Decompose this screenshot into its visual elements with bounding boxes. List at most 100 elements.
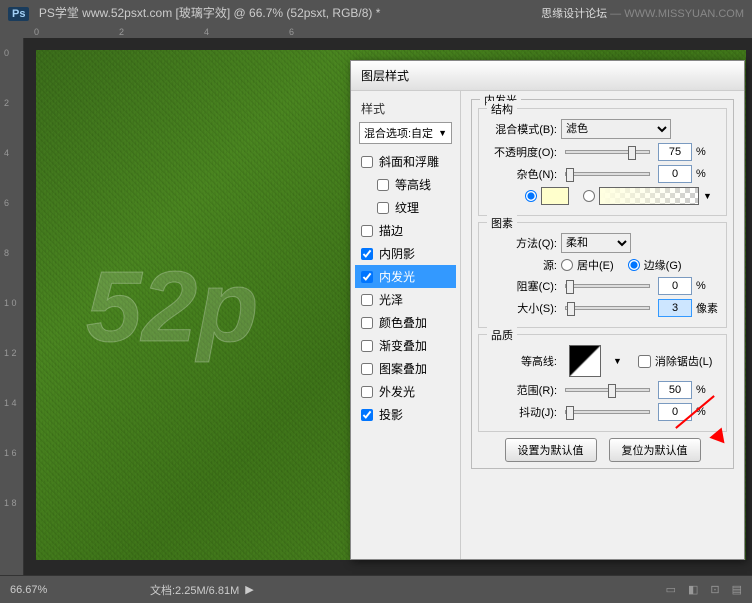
blend-options-combo[interactable]: 混合选项:自定▼ xyxy=(359,122,452,144)
style-checkbox[interactable] xyxy=(361,386,373,398)
noise-input[interactable] xyxy=(658,165,692,183)
antialias-checkbox[interactable] xyxy=(638,355,651,368)
opacity-input[interactable] xyxy=(658,143,692,161)
style-checkbox[interactable] xyxy=(361,409,373,421)
ruler-vertical: 0 2 4 6 8 1 0 1 2 1 4 1 6 1 8 xyxy=(0,38,24,575)
contour-label: 等高线: xyxy=(485,353,557,369)
ps-icon: Ps xyxy=(8,7,29,21)
source-label: 源: xyxy=(485,257,557,273)
layer-style-dialog: 图层样式 样式 混合选项:自定▼ 斜面和浮雕等高线纹理描边内阴影内发光光泽颜色叠… xyxy=(350,60,745,560)
noise-label: 杂色(N): xyxy=(485,166,557,182)
source-center-label: 居中(E) xyxy=(577,257,614,273)
watermark: 思缘设计论坛 — WWW.MISSYUAN.COM xyxy=(541,5,744,21)
style-label: 内阴影 xyxy=(379,245,415,262)
style-checkbox[interactable] xyxy=(361,317,373,329)
blend-mode-label: 混合模式(B): xyxy=(485,121,557,137)
opacity-slider[interactable] xyxy=(565,150,650,154)
zoom-level[interactable]: 66.67% xyxy=(10,584,90,596)
gradient-dropdown-icon[interactable]: ▼ xyxy=(703,191,712,201)
style-item-2[interactable]: 纹理 xyxy=(355,196,456,219)
blend-mode-select[interactable]: 滤色 xyxy=(561,119,671,139)
style-checkbox[interactable] xyxy=(377,179,389,191)
size-input[interactable] xyxy=(658,299,692,317)
quality-legend: 品质 xyxy=(487,327,517,343)
style-checkbox[interactable] xyxy=(361,294,373,306)
style-item-1[interactable]: 等高线 xyxy=(355,173,456,196)
statusbar-icon[interactable]: ▤ xyxy=(732,583,742,596)
choke-label: 阻塞(C): xyxy=(485,278,557,294)
style-label: 等高线 xyxy=(395,176,431,193)
gradient-radio[interactable] xyxy=(583,190,595,202)
style-item-7[interactable]: 颜色叠加 xyxy=(355,311,456,334)
size-label: 大小(S): xyxy=(485,300,557,316)
glass-text-layer: 52p xyxy=(86,250,258,365)
style-checkbox[interactable] xyxy=(361,225,373,237)
range-unit: % xyxy=(696,384,720,396)
source-edge-radio[interactable] xyxy=(628,259,640,271)
noise-slider[interactable] xyxy=(565,172,650,176)
source-edge-label: 边缘(G) xyxy=(644,257,682,273)
style-label: 投影 xyxy=(379,406,403,423)
status-bar: 66.67% 文档:2.25M/6.81M ▶ ▭ ◧ ⊡ ▤ xyxy=(0,575,752,603)
statusbar-icon[interactable]: ◧ xyxy=(688,583,698,596)
style-item-0[interactable]: 斜面和浮雕 xyxy=(355,150,456,173)
opacity-unit: % xyxy=(696,146,720,158)
style-checkbox[interactable] xyxy=(377,202,389,214)
range-input[interactable] xyxy=(658,381,692,399)
statusbar-icon[interactable]: ▭ xyxy=(666,583,676,596)
style-label: 光泽 xyxy=(379,291,403,308)
doc-info: 文档:2.25M/6.81M xyxy=(150,582,239,598)
title-bar: Ps PS学堂 www.52psxt.com [玻璃字效] @ 66.7% (5… xyxy=(0,0,752,25)
antialias-label: 消除锯齿(L) xyxy=(655,353,712,369)
style-label: 渐变叠加 xyxy=(379,337,427,354)
style-item-3[interactable]: 描边 xyxy=(355,219,456,242)
styles-header: 样式 xyxy=(355,97,456,120)
size-slider[interactable] xyxy=(565,306,650,310)
style-checkbox[interactable] xyxy=(361,271,373,283)
noise-unit: % xyxy=(696,168,720,180)
doc-info-caret-icon[interactable]: ▶ xyxy=(245,583,253,596)
range-label: 范围(R): xyxy=(485,382,557,398)
style-checkbox[interactable] xyxy=(361,340,373,352)
color-swatch[interactable] xyxy=(541,187,569,205)
style-label: 外发光 xyxy=(379,383,415,400)
source-center-radio[interactable] xyxy=(561,259,573,271)
style-checkbox[interactable] xyxy=(361,156,373,168)
style-label: 描边 xyxy=(379,222,403,239)
style-item-10[interactable]: 外发光 xyxy=(355,380,456,403)
contour-picker[interactable] xyxy=(569,345,601,377)
choke-unit: % xyxy=(696,280,720,292)
style-label: 纹理 xyxy=(395,199,419,216)
choke-slider[interactable] xyxy=(565,284,650,288)
choke-input[interactable] xyxy=(658,277,692,295)
jitter-label: 抖动(J): xyxy=(485,404,557,420)
style-item-9[interactable]: 图案叠加 xyxy=(355,357,456,380)
color-radio[interactable] xyxy=(525,190,537,202)
reset-default-button[interactable]: 复位为默认值 xyxy=(609,438,701,462)
technique-label: 方法(Q): xyxy=(485,235,557,251)
statusbar-icon[interactable]: ⊡ xyxy=(710,583,719,596)
style-label: 斜面和浮雕 xyxy=(379,153,439,170)
gradient-swatch[interactable] xyxy=(599,187,699,205)
style-item-11[interactable]: 投影 xyxy=(355,403,456,426)
style-checkbox[interactable] xyxy=(361,363,373,375)
style-item-5[interactable]: 内发光 xyxy=(355,265,456,288)
size-unit: 像素 xyxy=(696,300,720,316)
inner-glow-panel: 内发光 结构 混合模式(B): 滤色 不透明度(O): % 杂色(N): xyxy=(461,91,744,559)
style-label: 颜色叠加 xyxy=(379,314,427,331)
style-item-8[interactable]: 渐变叠加 xyxy=(355,334,456,357)
style-item-6[interactable]: 光泽 xyxy=(355,288,456,311)
style-checkbox[interactable] xyxy=(361,248,373,260)
dialog-title: 图层样式 xyxy=(351,61,744,91)
jitter-slider[interactable] xyxy=(565,410,650,414)
style-list: 样式 混合选项:自定▼ 斜面和浮雕等高线纹理描边内阴影内发光光泽颜色叠加渐变叠加… xyxy=(351,91,461,559)
make-default-button[interactable]: 设置为默认值 xyxy=(505,438,597,462)
document-title: PS学堂 www.52psxt.com [玻璃字效] @ 66.7% (52ps… xyxy=(39,6,381,20)
style-item-4[interactable]: 内阴影 xyxy=(355,242,456,265)
range-slider[interactable] xyxy=(565,388,650,392)
technique-select[interactable]: 柔和 xyxy=(561,233,631,253)
opacity-label: 不透明度(O): xyxy=(485,144,557,160)
structure-legend: 结构 xyxy=(487,101,517,117)
elements-legend: 图素 xyxy=(487,215,517,231)
style-label: 图案叠加 xyxy=(379,360,427,377)
